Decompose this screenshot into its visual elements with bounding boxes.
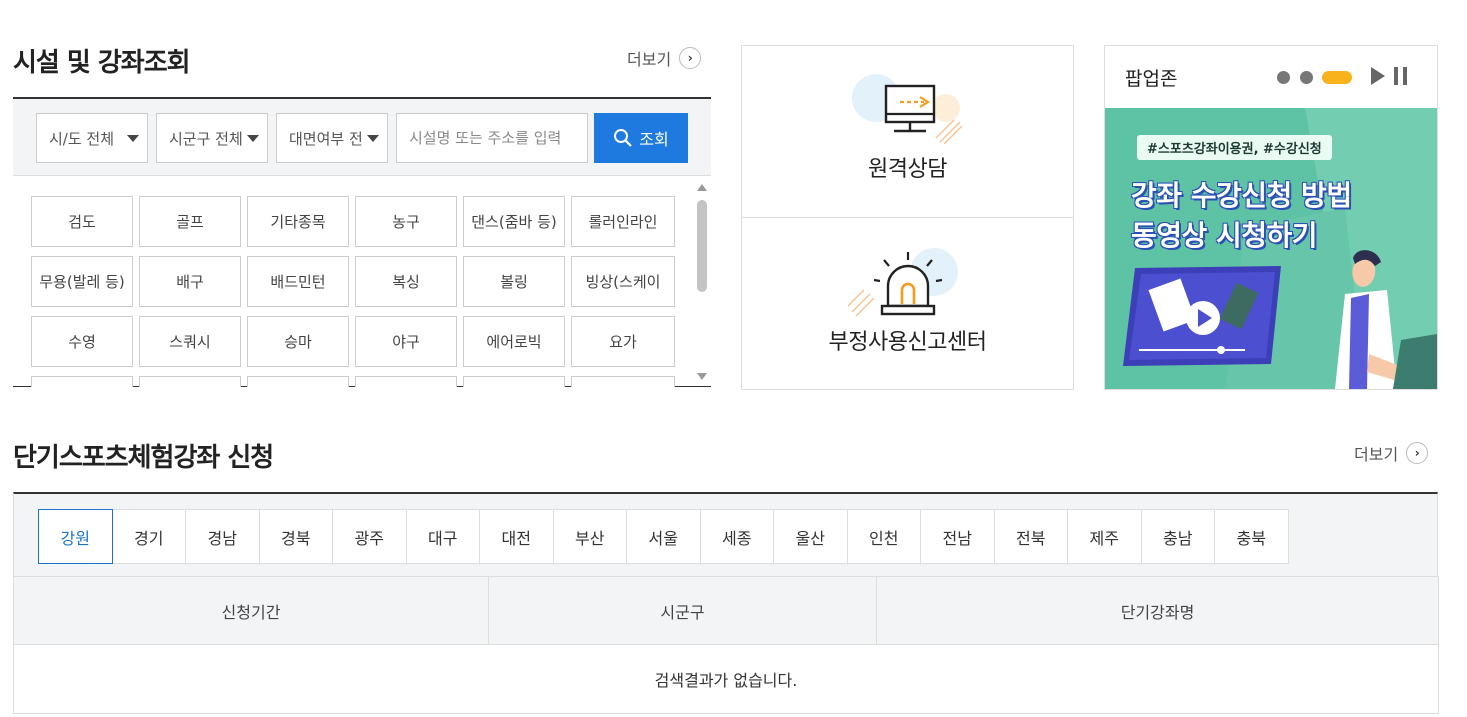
facility-search-input[interactable] [396, 113, 588, 163]
tab-region[interactable]: 전북 [993, 509, 1068, 564]
popup-zone: 팝업존 #스포츠강좌이용권, #수강신청 강좌 수강신청 방법 동영상 시청하기 [1104, 45, 1438, 390]
sport-item[interactable] [355, 376, 457, 387]
mode-select-value: 대면여부 전체 [289, 129, 363, 148]
sido-select[interactable]: 시/도 전체 [36, 113, 148, 163]
tab-region[interactable]: 경북 [258, 509, 333, 564]
column-header: 시군구 [488, 576, 877, 645]
tab-region[interactable]: 광주 [332, 509, 407, 564]
sport-item[interactable]: 승마 [247, 316, 349, 367]
slide-indicator-2[interactable] [1300, 71, 1313, 84]
remote-consult-link[interactable]: 원격상담 [742, 46, 1073, 218]
sport-item[interactable]: 검도 [31, 196, 133, 247]
caret-down-icon [127, 135, 139, 142]
short-section-title: 단기스포츠체험강좌 신청 [13, 443, 274, 473]
slide-indicator-1[interactable] [1277, 71, 1290, 84]
search-icon [614, 129, 633, 147]
banner-headline-2: 동영상 시청하기 [1131, 219, 1318, 252]
sport-item[interactable]: 스쿼시 [139, 316, 241, 367]
column-header: 신청기간 [13, 576, 489, 645]
banner-hashtags: #스포츠강좌이용권, #수강신청 [1137, 135, 1332, 160]
table-row: 검색결과가 없습니다. [13, 644, 1439, 714]
banner-headline-1: 강좌 수강신청 방법 [1131, 179, 1352, 212]
sigungu-select[interactable]: 시군구 전체 [156, 113, 268, 163]
scroll-up-arrow-icon[interactable] [697, 184, 707, 191]
sport-item[interactable] [139, 376, 241, 387]
sport-item[interactable]: 롤러인라인 [571, 196, 675, 247]
facility-more-link[interactable]: 더보기 › [627, 46, 702, 70]
sport-item[interactable]: 요가 [571, 316, 675, 367]
fraud-report-link[interactable]: 부정사용신고센터 [742, 218, 1073, 390]
sport-item[interactable]: 무용(발레 등) [31, 256, 133, 307]
popup-title: 팝업존 [1125, 68, 1178, 90]
tab-region[interactable]: 충북 [1214, 509, 1289, 564]
sport-item[interactable]: 빙상(스케이 [571, 256, 675, 307]
play-icon[interactable] [1371, 67, 1385, 85]
sport-item[interactable] [571, 376, 675, 387]
tab-region[interactable]: 경기 [111, 509, 186, 564]
chevron-right-icon: › [679, 47, 702, 69]
short-course-table: 신청기간 시군구 단기강좌명 검색결과가 없습니다. [13, 576, 1439, 714]
sport-list: 검도 골프 기타종목 농구 댄스(줌바 등) 롤러인라인 무용(발레 등) 배구… [13, 178, 711, 387]
fraud-report-label: 부정사용신고센터 [828, 330, 987, 355]
short-more-link[interactable]: 더보기 › [1354, 441, 1429, 465]
tab-region[interactable]: 인천 [846, 509, 921, 564]
facility-panel: 시/도 전체 시군구 전체 대면여부 전체 조회 검도 골프 기타종목 농구 댄… [13, 97, 711, 387]
mode-select[interactable]: 대면여부 전체 [276, 113, 388, 163]
popup-banner[interactable]: #스포츠강좌이용권, #수강신청 강좌 수강신청 방법 동영상 시청하기 [1105, 108, 1437, 389]
sport-item[interactable] [247, 376, 349, 387]
column-header: 단기강좌명 [876, 576, 1439, 645]
sport-item[interactable]: 에어로빅 [463, 316, 565, 367]
search-button-label: 조회 [639, 130, 669, 149]
tab-region[interactable]: 경남 [185, 509, 260, 564]
sport-item[interactable] [31, 376, 133, 387]
caret-down-icon [367, 135, 379, 142]
sido-select-value: 시/도 전체 [49, 129, 115, 148]
tab-region[interactable]: 부산 [552, 509, 627, 564]
sport-item[interactable]: 배드민턴 [247, 256, 349, 307]
tab-region[interactable]: 대전 [479, 509, 554, 564]
facility-section-title: 시설 및 강좌조회 [13, 48, 191, 78]
monitor-icon [852, 74, 963, 145]
sport-item[interactable]: 기타종목 [247, 196, 349, 247]
sport-item[interactable]: 골프 [139, 196, 241, 247]
sport-item[interactable]: 복싱 [355, 256, 457, 307]
tab-region[interactable]: 대구 [405, 509, 480, 564]
sport-item[interactable]: 배구 [139, 256, 241, 307]
empty-result-message: 검색결과가 없습니다. [13, 644, 1439, 714]
chevron-right-icon: › [1406, 442, 1429, 464]
tab-region[interactable]: 강원 [38, 509, 113, 564]
siren-icon [848, 248, 958, 317]
tab-region[interactable]: 서울 [626, 509, 701, 564]
service-box: 원격상담 부정사용신고센터 [741, 45, 1074, 390]
more-label: 더보기 [1354, 445, 1399, 464]
table-header-row: 신청기간 시군구 단기강좌명 [13, 576, 1439, 645]
scroll-down-arrow-icon[interactable] [697, 373, 707, 380]
sigungu-select-value: 시군구 전체 [169, 129, 243, 148]
tab-region[interactable]: 전남 [920, 509, 995, 564]
caret-down-icon [247, 135, 259, 142]
more-label: 더보기 [627, 50, 672, 69]
remote-consult-label: 원격상담 [868, 157, 947, 182]
slide-indicator-3[interactable] [1322, 71, 1352, 84]
sport-item[interactable]: 수영 [31, 316, 133, 367]
pause-icon[interactable] [1394, 67, 1408, 85]
scroll-thumb[interactable] [697, 200, 707, 292]
tab-region[interactable]: 충남 [1140, 509, 1215, 564]
sport-list-scrollbar[interactable] [696, 182, 708, 382]
sport-item[interactable]: 농구 [355, 196, 457, 247]
facility-filter-bar: 시/도 전체 시군구 전체 대면여부 전체 조회 [13, 99, 711, 176]
tab-region[interactable]: 제주 [1067, 509, 1142, 564]
tab-region[interactable]: 세종 [699, 509, 774, 564]
popup-header: 팝업존 [1105, 46, 1437, 108]
sport-item[interactable]: 볼링 [463, 256, 565, 307]
sport-item[interactable] [463, 376, 565, 387]
sport-item[interactable]: 야구 [355, 316, 457, 367]
tab-region[interactable]: 울산 [773, 509, 848, 564]
search-button[interactable]: 조회 [594, 113, 688, 163]
region-tab-bar: 강원 경기 경남 경북 광주 대구 대전 부산 서울 세종 울산 인천 전남 전… [13, 492, 1438, 577]
sport-item[interactable]: 댄스(줌바 등) [463, 196, 565, 247]
